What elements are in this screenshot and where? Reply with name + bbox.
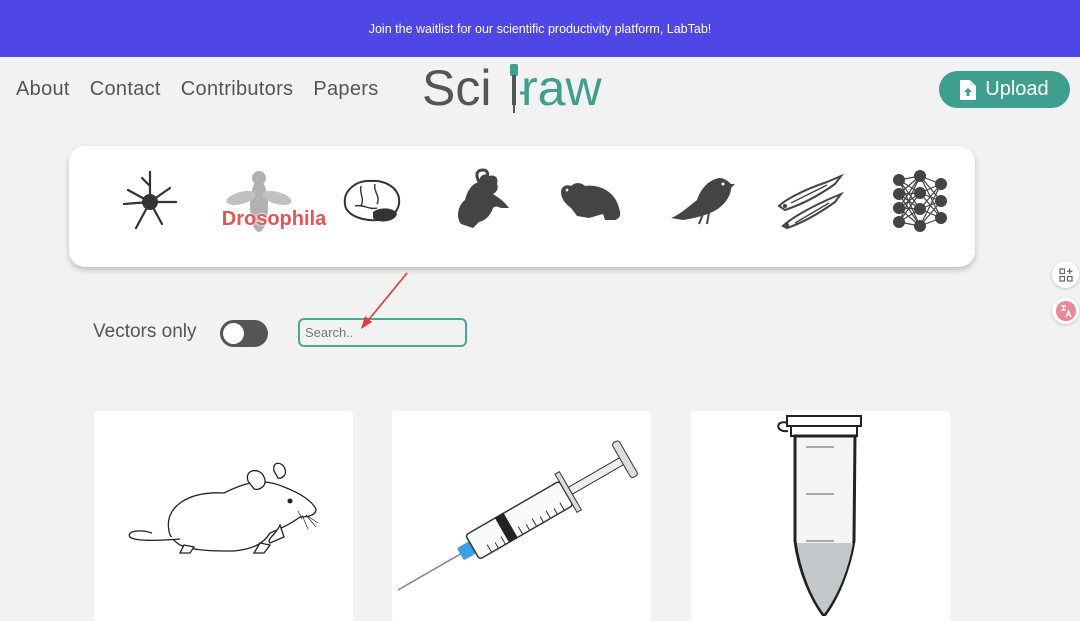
translate-tool[interactable] — [1052, 297, 1079, 324]
brain-icon[interactable] — [339, 176, 405, 228]
nav-papers[interactable]: Papers — [313, 78, 378, 101]
item-card[interactable] — [94, 411, 353, 621]
category-panel: Drosophila — [69, 146, 975, 267]
drosophila-category[interactable]: Drosophila — [219, 164, 329, 244]
scidraw-logo[interactable]: Sci raw — [420, 58, 635, 120]
vectors-only-label: Vectors only — [93, 321, 197, 342]
drosophila-icon — [226, 171, 292, 232]
waitlist-banner[interactable]: Join the waitlist for our scientific pro… — [0, 0, 1080, 57]
toggle-knob — [223, 323, 244, 344]
finch-icon[interactable] — [667, 174, 737, 226]
logo-pipette-icon — [510, 64, 518, 76]
item-card[interactable] — [691, 411, 950, 621]
translate-icon — [1055, 300, 1076, 321]
syringe-drawing — [397, 440, 638, 591]
neural-network-icon[interactable] — [889, 170, 951, 232]
rat-icon[interactable] — [451, 168, 513, 230]
grid-plus-icon — [1058, 267, 1073, 282]
banner-text: Join the waitlist for our scientific pro… — [368, 21, 712, 36]
main-nav: About Contact Contributors Papers — [16, 78, 379, 101]
upload-label: Upload — [985, 78, 1049, 100]
logo-text-left: Sci — [422, 60, 491, 116]
zebrafish-icon[interactable] — [775, 170, 845, 230]
annotation-arrow — [361, 272, 408, 329]
file-upload-icon — [960, 79, 977, 100]
nav-contact[interactable]: Contact — [90, 78, 161, 101]
nav-about[interactable]: About — [16, 78, 70, 101]
nav-contributors[interactable]: Contributors — [181, 78, 294, 101]
mouse-drawing — [128, 462, 319, 554]
grid-plus-tool[interactable] — [1052, 261, 1079, 288]
microcentrifuge-tube-drawing — [777, 415, 862, 619]
vectors-only-toggle[interactable] — [220, 320, 268, 347]
item-card[interactable] — [392, 411, 651, 621]
mouse-icon[interactable] — [557, 178, 625, 222]
drosophila-label: Drosophila — [221, 208, 327, 230]
neuron-icon[interactable] — [120, 166, 182, 234]
logo-text-right: raw — [521, 60, 602, 116]
upload-button[interactable]: Upload — [939, 71, 1070, 108]
